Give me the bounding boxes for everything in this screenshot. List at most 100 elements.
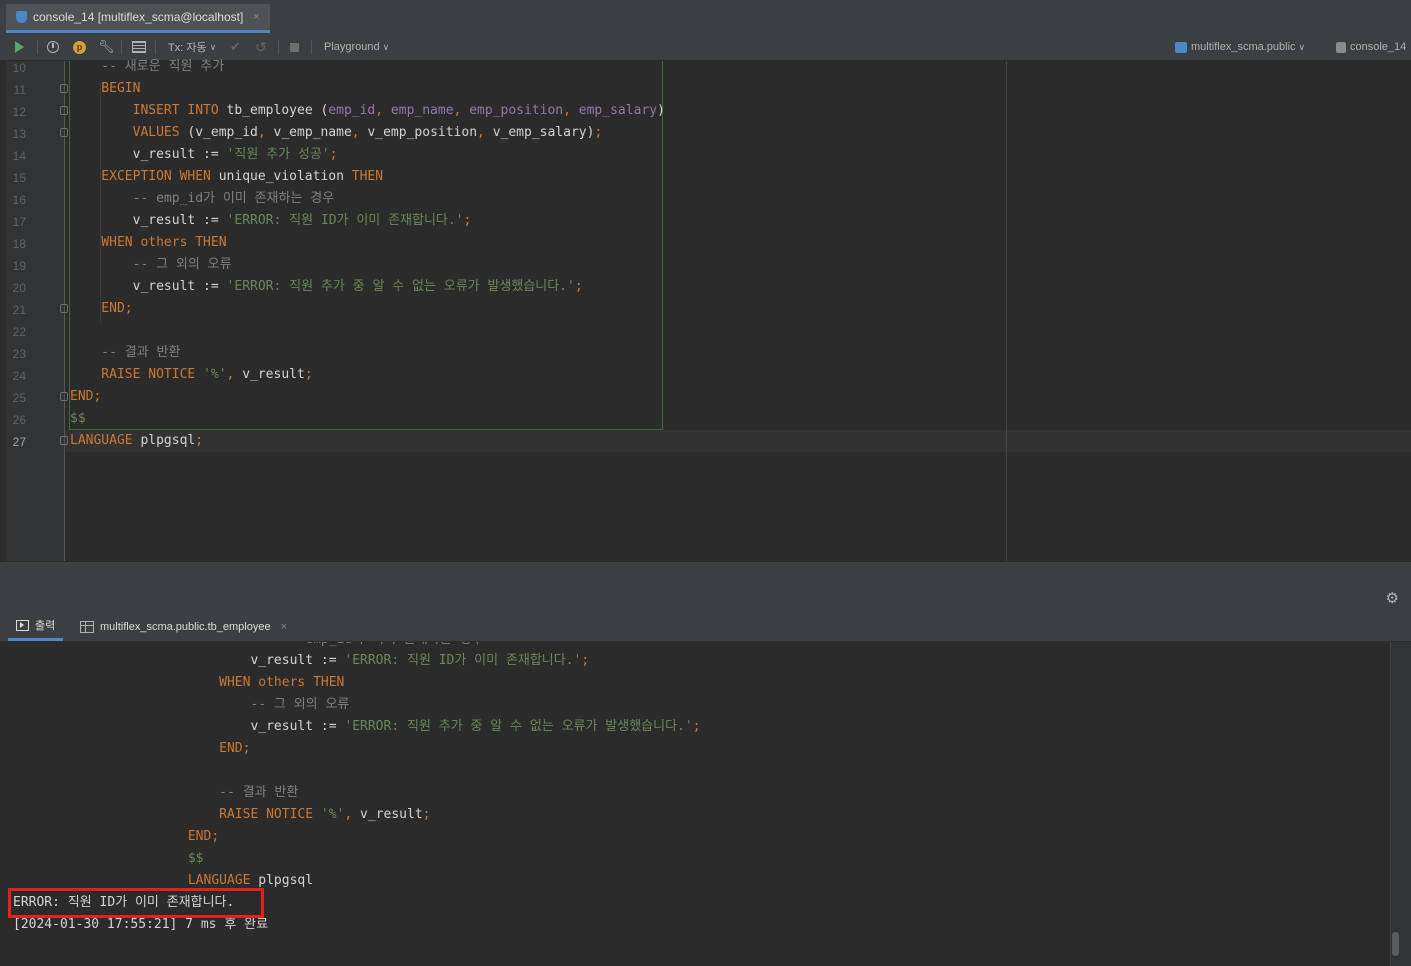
code-line: RAISE NOTICE '%', v_result; — [70, 367, 313, 382]
code-line: v_result := '직원 추가 성공'; — [70, 147, 338, 162]
gear-icon[interactable]: ⚙ — [1386, 589, 1399, 607]
tab-title: console_14 [multiflex_scma@localhost] — [33, 10, 244, 24]
line-number: 25 — [12, 391, 26, 405]
clock-icon — [47, 41, 59, 53]
line-number: 14 — [12, 149, 26, 163]
schema-icon — [1175, 41, 1187, 53]
console-icon — [1336, 41, 1346, 53]
history-button[interactable] — [47, 34, 59, 60]
toolbar-divider — [37, 40, 38, 54]
output-line: WHEN others THEN — [0, 675, 345, 690]
output-line: RAISE NOTICE '%', v_result; — [0, 807, 431, 822]
current-line-highlight — [64, 430, 1411, 452]
line-number: 23 — [12, 347, 26, 361]
line-number: 18 — [12, 237, 26, 251]
fold-marker-icon[interactable] — [60, 84, 68, 93]
chevron-down-icon: ∨ — [1298, 41, 1306, 52]
close-icon[interactable]: × — [253, 11, 259, 23]
output-line: END; — [0, 741, 251, 756]
output-line: -- 결과 반환 — [0, 785, 299, 800]
line-number: 16 — [12, 193, 26, 207]
code-line: VALUES (v_emp_id, v_emp_name, v_emp_posi… — [70, 125, 603, 140]
play-icon — [15, 41, 24, 53]
code-line: -- 결과 반환 — [70, 345, 181, 360]
fold-marker-icon[interactable] — [60, 392, 68, 401]
toolbar-divider — [311, 40, 312, 54]
current-line-number: 27 — [12, 435, 26, 449]
tab-tb-employee[interactable]: multiflex_scma.public.tb_employee × — [80, 612, 287, 641]
services-toolbar: ⚙ — [0, 584, 1411, 613]
output-line: END; — [0, 829, 220, 844]
fold-marker-icon[interactable] — [60, 128, 68, 137]
tab-output[interactable]: 출력 — [8, 612, 64, 641]
code-line: END; — [70, 301, 133, 316]
execute-button[interactable] — [15, 34, 24, 60]
code-line: v_result := 'ERROR: 직원 ID가 이미 존재합니다.'; — [70, 213, 472, 228]
code-line: -- 새로운 직원 추가 — [70, 59, 225, 74]
panel-splitter[interactable] — [0, 562, 1411, 584]
console-label: console_14 — [1350, 41, 1407, 53]
error-highlight-box — [8, 888, 264, 918]
fold-marker-icon[interactable] — [60, 106, 68, 115]
code-line: $$ — [70, 411, 86, 426]
code-line: WHEN others THEN — [70, 235, 227, 250]
undo-icon: ↺ — [255, 38, 267, 55]
editor-tab-bar: console_14 [multiflex_scma@localhost] × — [0, 0, 1411, 35]
line-number: 22 — [12, 325, 26, 339]
playground-dropdown[interactable]: Playground ∨ — [324, 34, 389, 60]
output-line: $$ — [0, 851, 204, 866]
stop-button[interactable] — [290, 34, 299, 60]
rollback-button[interactable]: ↺ — [255, 34, 267, 60]
tab-tb-employee-label: multiflex_scma.public.tb_employee — [100, 620, 271, 633]
check-icon: ✔ — [230, 39, 241, 54]
line-number: 15 — [12, 171, 26, 185]
code-line: LANGUAGE plpgsql; — [70, 433, 204, 448]
playground-label: Playground — [324, 41, 380, 53]
output-line: v_result := 'ERROR: 직원 ID가 이미 존재합니다.'; — [0, 653, 590, 668]
p-badge-icon: p — [73, 40, 86, 54]
table-icon — [132, 41, 146, 53]
code-line: -- 그 외의 오류 — [70, 257, 232, 272]
tab-output-label: 출력 — [35, 620, 56, 632]
line-number: 19 — [12, 259, 26, 273]
wrench-icon: 🔧︎ — [98, 39, 115, 54]
tab-console-14[interactable]: console_14 [multiflex_scma@localhost] × — [6, 4, 270, 33]
tx-mode-label: Tx: 자동 — [168, 42, 207, 54]
line-number: 21 — [12, 303, 26, 317]
toolbar-divider — [278, 40, 279, 54]
code-line: BEGIN — [70, 81, 141, 96]
chevron-down-icon: ∨ — [382, 41, 390, 52]
console-output-icon — [16, 619, 29, 631]
code-line: EXCEPTION WHEN unique_violation THEN — [70, 169, 384, 184]
code-line: -- emp_id가 이미 존재하는 경우 — [70, 191, 335, 206]
right-margin-guide — [1006, 61, 1007, 561]
table-icon — [80, 620, 94, 633]
line-number: 17 — [12, 215, 26, 229]
output-scrollbar[interactable] — [1390, 642, 1411, 966]
scrollbar-thumb[interactable] — [1392, 932, 1399, 956]
line-number: 24 — [12, 369, 26, 383]
output-tab-bar: 출력 multiflex_scma.public.tb_employee × — [0, 612, 1411, 642]
schema-label: multiflex_scma.public — [1191, 41, 1296, 53]
console-selector[interactable]: console_14 — [1336, 34, 1406, 60]
schema-selector[interactable]: multiflex_scma.public ∨ — [1175, 34, 1305, 60]
sql-editor[interactable]: 10 11 12 13 14 15 16 17 18 19 20 21 22 2… — [6, 59, 1411, 561]
line-number-gutter: 10 11 12 13 14 15 16 17 18 19 20 21 22 2… — [6, 61, 65, 561]
toolbar-divider — [121, 40, 122, 54]
toolbar-divider — [155, 40, 156, 54]
commit-button[interactable]: ✔ — [230, 34, 241, 60]
database-console-icon — [16, 11, 27, 23]
stop-icon — [290, 42, 299, 52]
line-number: 12 — [12, 105, 26, 119]
line-number: 10 — [12, 61, 26, 75]
code-line: v_result := 'ERROR: 직원 추가 중 알 수 없는 오류가 발… — [70, 279, 583, 294]
line-number: 13 — [12, 127, 26, 141]
fold-marker-icon[interactable] — [60, 304, 68, 313]
line-number: 26 — [12, 413, 26, 427]
output-line: v_result := 'ERROR: 직원 추가 중 알 수 없는 오류가 발… — [0, 719, 701, 734]
fold-marker-icon[interactable] — [60, 436, 68, 445]
chevron-down-icon: ∨ — [209, 41, 217, 52]
close-icon[interactable]: × — [281, 621, 287, 633]
output-line: -- 그 외의 오류 — [0, 697, 350, 712]
